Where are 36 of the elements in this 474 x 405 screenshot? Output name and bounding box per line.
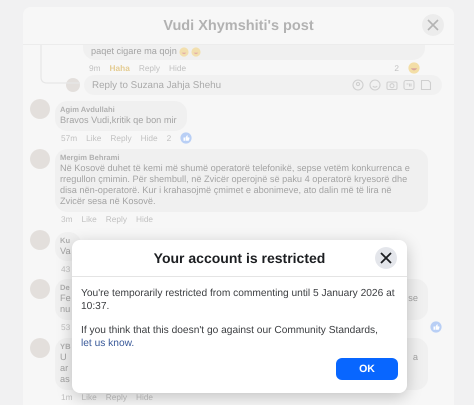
laughing-emoji-icon: [408, 62, 420, 74]
like-icon: [430, 321, 442, 334]
close-icon: [427, 19, 439, 31]
avatar: [30, 338, 50, 358]
comment-text: Në Kosovë duhet të kemi më shumë operatorë telefonikë, sepse vetëm konkurrenca e rregullon çmimin. Për shembull, në Zvicër operojnë së paku 4 operatorë kryesorë dhe disa nën-operatorë. Kur i krahasojmë çmimet e abonimeve, ato dalin më të lira në Zvicër sesa në Kosovë.: [60, 162, 411, 208]
dialog-message: You're temporarily restricted from commenting until 5 January 2026 at 10:37.: [81, 288, 396, 313]
comment-text: Bravos Vudi,kritik qe bon mir: [60, 115, 177, 127]
comment-text: ar: [60, 362, 68, 374]
reaction-link[interactable]: Haha: [110, 62, 130, 73]
dialog-note: If you think that this doesn't go against our Community Standards, let us know.: [81, 325, 379, 350]
smiley-icon[interactable]: [369, 79, 381, 92]
avatar: [66, 78, 80, 92]
avatar: [30, 99, 50, 120]
close-button[interactable]: [375, 247, 397, 269]
avatar: [30, 148, 50, 169]
grinning-emoji-icon: [178, 46, 189, 57]
sticker-icon[interactable]: [420, 79, 432, 92]
comment-text: se: [408, 293, 418, 304]
avatar: [30, 279, 50, 300]
like-icon: [180, 132, 192, 144]
let-us-know-link[interactable]: let us know.: [81, 338, 134, 348]
camera-icon[interactable]: [386, 79, 398, 92]
comment-text: a: [412, 352, 418, 363]
close-icon: [380, 252, 392, 264]
comment-text: Fe: [60, 293, 71, 304]
comment-text: nu: [60, 304, 70, 316]
comment-text: Va: [60, 246, 71, 258]
comment-text: as: [60, 374, 70, 386]
comment-text: U: [60, 352, 67, 363]
avatar: [30, 230, 50, 250]
dialog-title: Your account is restricted: [154, 250, 326, 266]
reply-field[interactable]: Reply to Suzana Jahja Shehu: [84, 75, 442, 96]
ok-button[interactable]: OK: [336, 358, 398, 380]
reply-text: paqet cigare ma qojn: [91, 46, 177, 58]
grinning-emoji-icon: [190, 46, 201, 57]
post-title: Vudi Xhymshiti's post: [163, 18, 314, 34]
